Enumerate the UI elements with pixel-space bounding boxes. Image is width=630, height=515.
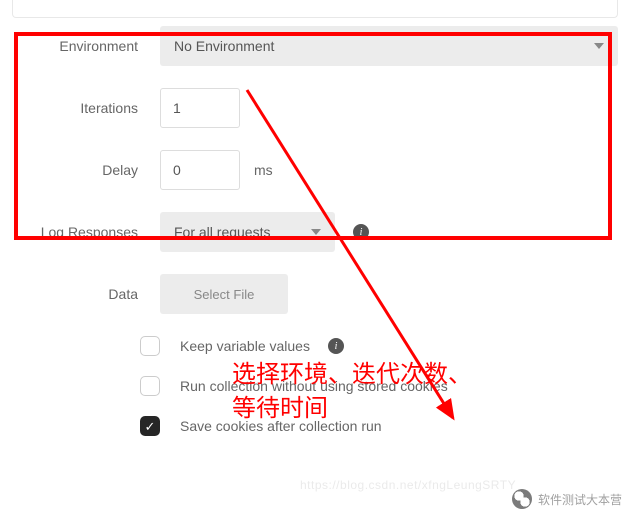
log-responses-label: Log Responses <box>12 224 160 240</box>
info-icon[interactable]: i <box>353 224 369 240</box>
save-cookies-row: ✓ Save cookies after collection run <box>12 416 618 436</box>
keep-vars-label: Keep variable values <box>180 338 310 354</box>
data-label: Data <box>12 286 160 302</box>
data-row: Data Select File <box>12 274 618 314</box>
url-watermark: https://blog.csdn.net/xfngLeungSRTY <box>300 478 516 492</box>
keep-vars-row: Keep variable values i <box>12 336 618 356</box>
no-cookies-checkbox[interactable] <box>140 376 160 396</box>
no-cookies-row: Run collection without using stored cook… <box>12 376 618 396</box>
log-responses-select[interactable]: For all requests <box>160 212 335 252</box>
caret-down-icon <box>311 229 321 235</box>
save-cookies-checkbox[interactable]: ✓ <box>140 416 160 436</box>
keep-vars-checkbox[interactable] <box>140 336 160 356</box>
watermark: 软件测试大本营 <box>512 489 622 509</box>
delay-input[interactable] <box>160 150 240 190</box>
watermark-text: 软件测试大本营 <box>538 491 622 508</box>
caret-down-icon <box>594 43 604 49</box>
log-responses-value: For all requests <box>174 224 270 240</box>
no-cookies-label: Run collection without using stored cook… <box>180 378 448 394</box>
wechat-icon <box>512 489 532 509</box>
iterations-label: Iterations <box>12 100 160 116</box>
log-responses-row: Log Responses For all requests i <box>12 212 618 252</box>
checkmark-icon: ✓ <box>145 420 156 433</box>
environment-label: Environment <box>12 38 160 54</box>
environment-value: No Environment <box>174 38 274 54</box>
environment-select[interactable]: No Environment <box>160 26 618 66</box>
info-icon[interactable]: i <box>328 338 344 354</box>
delay-unit: ms <box>254 162 273 178</box>
environment-row: Environment No Environment <box>12 26 618 66</box>
iterations-input[interactable] <box>160 88 240 128</box>
save-cookies-label: Save cookies after collection run <box>180 418 382 434</box>
delay-label: Delay <box>12 162 160 178</box>
runner-settings-form: Environment No Environment Iterations De… <box>0 26 630 436</box>
iterations-row: Iterations <box>12 88 618 128</box>
collapsed-panel-bottom <box>12 0 618 18</box>
select-file-button[interactable]: Select File <box>160 274 288 314</box>
delay-row: Delay ms <box>12 150 618 190</box>
